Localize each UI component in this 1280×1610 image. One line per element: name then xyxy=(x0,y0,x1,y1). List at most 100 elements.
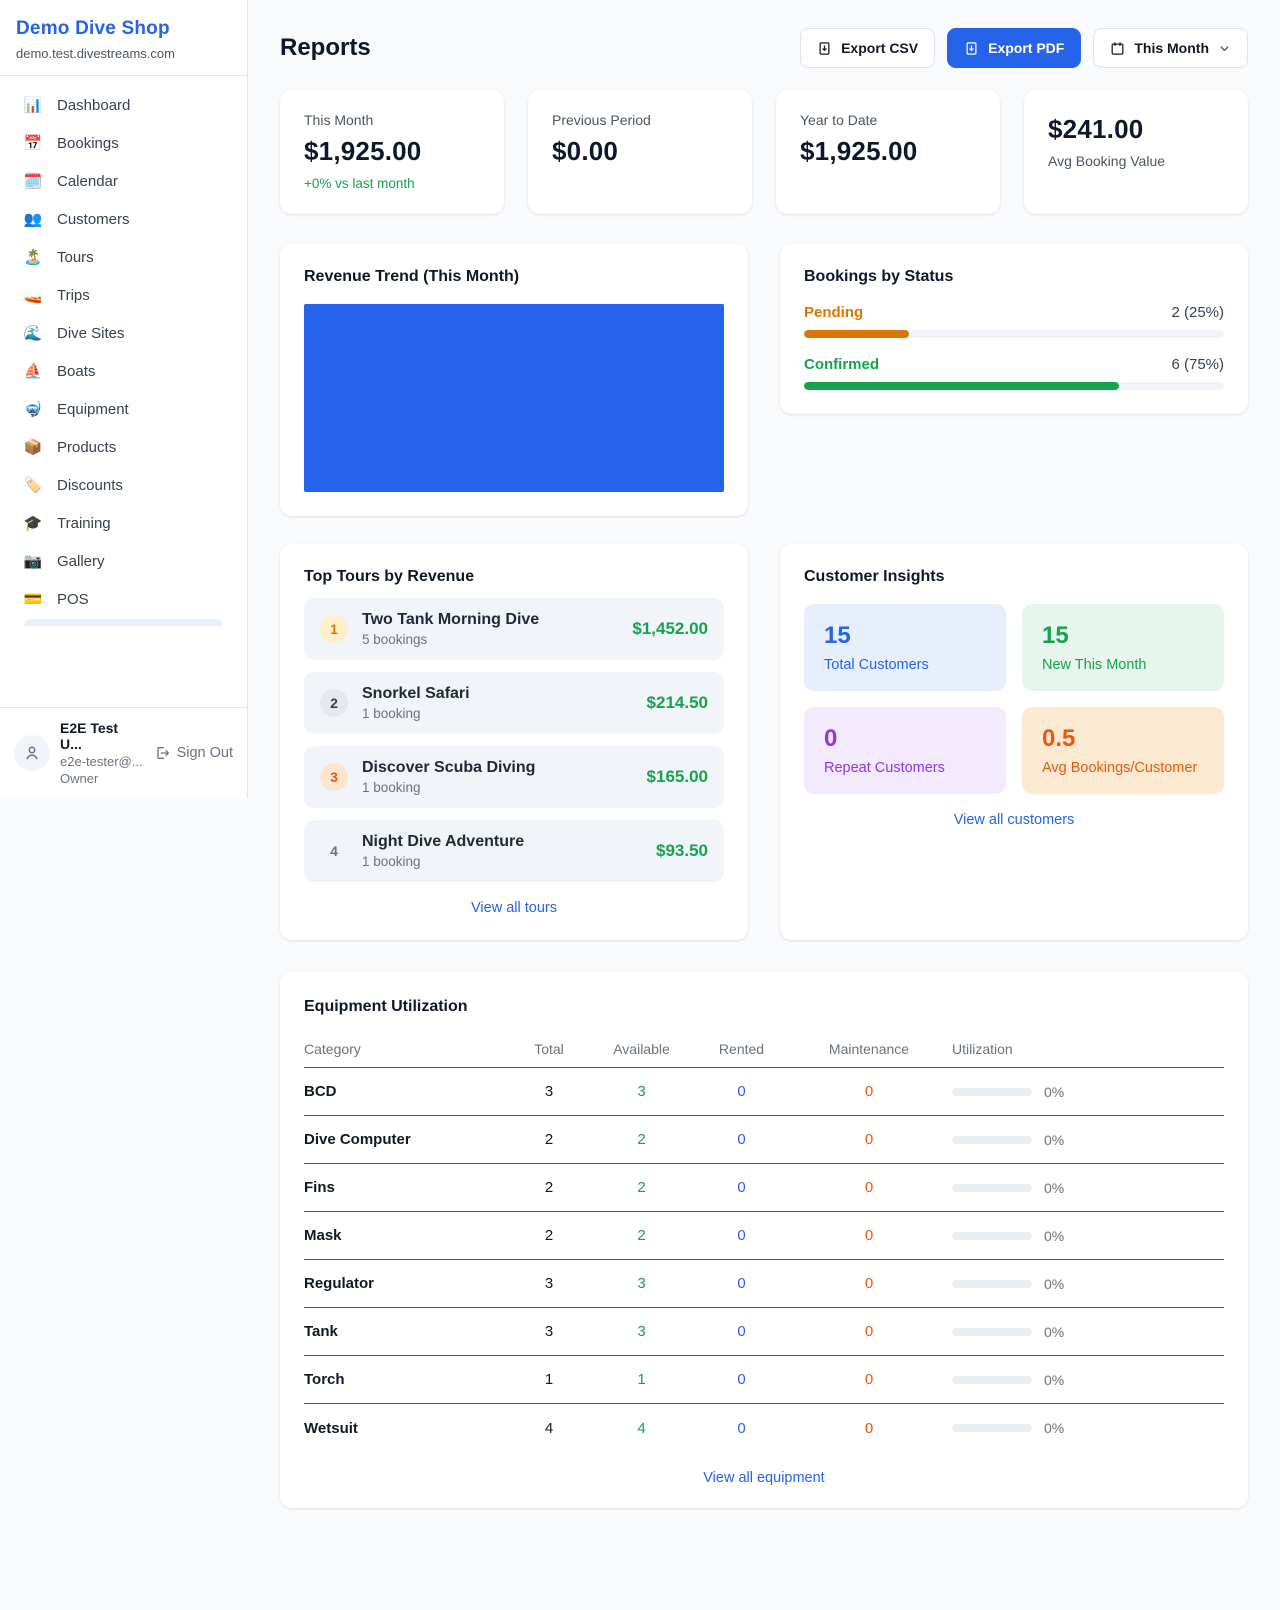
cell-total: 2 xyxy=(504,1179,594,1196)
sidebar-item-label: Products xyxy=(57,439,116,456)
table-header-row: Category Total Available Rented Maintena… xyxy=(304,1030,1224,1068)
cell-rented: 0 xyxy=(689,1275,794,1292)
column-header-rented: Rented xyxy=(689,1041,794,1057)
view-all-customers-link[interactable]: View all customers xyxy=(804,812,1224,828)
top-tours-title: Top Tours by Revenue xyxy=(304,568,724,586)
cell-maintenance: 0 xyxy=(794,1323,944,1340)
sidebar-item-trips[interactable]: 🚤 Trips xyxy=(12,276,235,314)
utilization-bar xyxy=(952,1184,1032,1192)
utilization-percent: 0% xyxy=(1044,1324,1064,1340)
package-icon: 📦 xyxy=(22,438,44,456)
view-all-tours-link[interactable]: View all tours xyxy=(304,900,724,916)
insight-label: Repeat Customers xyxy=(824,760,986,776)
utilization-bar xyxy=(952,1136,1032,1144)
utilization-percent: 0% xyxy=(1044,1180,1064,1196)
status-label: Confirmed xyxy=(804,356,879,373)
cell-total: 2 xyxy=(504,1131,594,1148)
table-row: BCD 3 3 0 0 0% xyxy=(304,1068,1224,1116)
header-actions: Export CSV Export PDF This Month xyxy=(800,28,1248,68)
sidebar-user-footer: E2E Test U... e2e-tester@... Owner Sign … xyxy=(0,707,247,798)
period-dropdown[interactable]: This Month xyxy=(1093,28,1248,68)
file-download-icon xyxy=(964,41,979,56)
utilization-percent: 0% xyxy=(1044,1372,1064,1388)
status-bar-fill xyxy=(804,330,909,338)
cell-available: 3 xyxy=(594,1275,689,1292)
cell-category: Wetsuit xyxy=(304,1420,504,1437)
table-row: Fins 2 2 0 0 0% xyxy=(304,1164,1224,1212)
sidebar-item-boats[interactable]: ⛵ Boats xyxy=(12,352,235,390)
sidebar-item-gallery[interactable]: 📷 Gallery xyxy=(12,542,235,580)
sidebar-item-training[interactable]: 🎓 Training xyxy=(12,504,235,542)
view-all-equipment-link[interactable]: View all equipment xyxy=(304,1470,1224,1486)
export-csv-button[interactable]: Export CSV xyxy=(800,28,935,68)
sidebar-item-customers[interactable]: 👥 Customers xyxy=(12,200,235,238)
table-row: Tank 3 3 0 0 0% xyxy=(304,1308,1224,1356)
stat-delta: +0% vs last month xyxy=(304,176,480,191)
sidebar-item-equipment[interactable]: 🤿 Equipment xyxy=(12,390,235,428)
tour-amount: $214.50 xyxy=(647,693,708,713)
sidebar-item-active-partial[interactable] xyxy=(24,619,223,626)
sign-out-button[interactable]: Sign Out xyxy=(154,745,233,761)
bookings-by-status-card: Bookings by Status Pending 2 (25%) Confi… xyxy=(780,244,1248,414)
sidebar-header: Demo Dive Shop demo.test.divestreams.com xyxy=(0,0,247,76)
sidebar-item-calendar[interactable]: 🗓️ Calendar xyxy=(12,162,235,200)
status-row-confirmed: Confirmed 6 (75%) xyxy=(804,356,1224,390)
rank-badge: 2 xyxy=(320,689,348,717)
person-icon xyxy=(23,744,41,762)
insight-label: Avg Bookings/Customer xyxy=(1042,760,1204,776)
customer-insights-title: Customer Insights xyxy=(804,568,1224,586)
export-csv-label: Export CSV xyxy=(841,40,918,56)
period-selected-label: This Month xyxy=(1134,40,1209,56)
cell-category: Torch xyxy=(304,1371,504,1388)
export-pdf-button[interactable]: Export PDF xyxy=(947,28,1081,68)
calendar-date-icon: 📅 xyxy=(22,134,44,152)
sidebar-item-pos[interactable]: 💳 POS xyxy=(12,580,235,618)
table-row: Regulator 3 3 0 0 0% xyxy=(304,1260,1224,1308)
insight-label: New This Month xyxy=(1042,657,1204,673)
stat-label: This Month xyxy=(304,112,480,128)
stat-cards: This Month $1,925.00 +0% vs last month P… xyxy=(280,90,1248,214)
sidebar-item-dashboard[interactable]: 📊 Dashboard xyxy=(12,86,235,124)
sidebar-item-label: Customers xyxy=(57,211,130,228)
utilization-percent: 0% xyxy=(1044,1228,1064,1244)
sidebar-item-bookings[interactable]: 📅 Bookings xyxy=(12,124,235,162)
sidebar-item-label: Discounts xyxy=(57,477,123,494)
list-item[interactable]: 1 Two Tank Morning Dive 5 bookings $1,45… xyxy=(304,598,724,660)
stat-value: $241.00 xyxy=(1048,114,1224,145)
export-pdf-label: Export PDF xyxy=(988,40,1064,56)
panels-grid: Revenue Trend (This Month) Bookings by S… xyxy=(280,244,1248,940)
column-header-maintenance: Maintenance xyxy=(794,1041,944,1057)
insight-value: 15 xyxy=(1042,622,1204,650)
sidebar-item-tours[interactable]: 🏝️ Tours xyxy=(12,238,235,276)
stat-card-previous-period: Previous Period $0.00 xyxy=(528,90,752,214)
utilization-bar xyxy=(952,1376,1032,1384)
top-tours-card: Top Tours by Revenue 1 Two Tank Morning … xyxy=(280,544,748,940)
cell-category: Mask xyxy=(304,1227,504,1244)
cell-rented: 0 xyxy=(689,1227,794,1244)
people-icon: 👥 xyxy=(22,210,44,228)
chevron-down-icon xyxy=(1218,42,1231,55)
cell-available: 2 xyxy=(594,1179,689,1196)
sidebar-item-label: Tours xyxy=(57,249,94,266)
rank-badge: 3 xyxy=(320,763,348,791)
sidebar-item-label: Dive Sites xyxy=(57,325,125,342)
insight-value: 0.5 xyxy=(1042,725,1204,753)
sidebar-item-dive-sites[interactable]: 🌊 Dive Sites xyxy=(12,314,235,352)
status-row-pending: Pending 2 (25%) xyxy=(804,304,1224,338)
list-item[interactable]: 4 Night Dive Adventure 1 booking $93.50 xyxy=(304,820,724,882)
cell-maintenance: 0 xyxy=(794,1371,944,1388)
insight-tiles: 15 Total Customers 15 New This Month 0 R… xyxy=(804,604,1224,794)
list-item[interactable]: 2 Snorkel Safari 1 booking $214.50 xyxy=(304,672,724,734)
equipment-table: Category Total Available Rented Maintena… xyxy=(304,1030,1224,1452)
sidebar-item-discounts[interactable]: 🏷️ Discounts xyxy=(12,466,235,504)
insight-tile-avg-bookings: 0.5 Avg Bookings/Customer xyxy=(1022,707,1224,794)
status-count: 2 (25%) xyxy=(1171,304,1224,321)
list-item[interactable]: 3 Discover Scuba Diving 1 booking $165.0… xyxy=(304,746,724,808)
cell-total: 2 xyxy=(504,1227,594,1244)
dashboard-icon: 📊 xyxy=(22,96,44,114)
sailboat-icon: ⛵ xyxy=(22,362,44,380)
cell-maintenance: 0 xyxy=(794,1131,944,1148)
tour-amount: $165.00 xyxy=(647,767,708,787)
stat-value: $1,925.00 xyxy=(800,136,976,167)
sidebar-item-products[interactable]: 📦 Products xyxy=(12,428,235,466)
